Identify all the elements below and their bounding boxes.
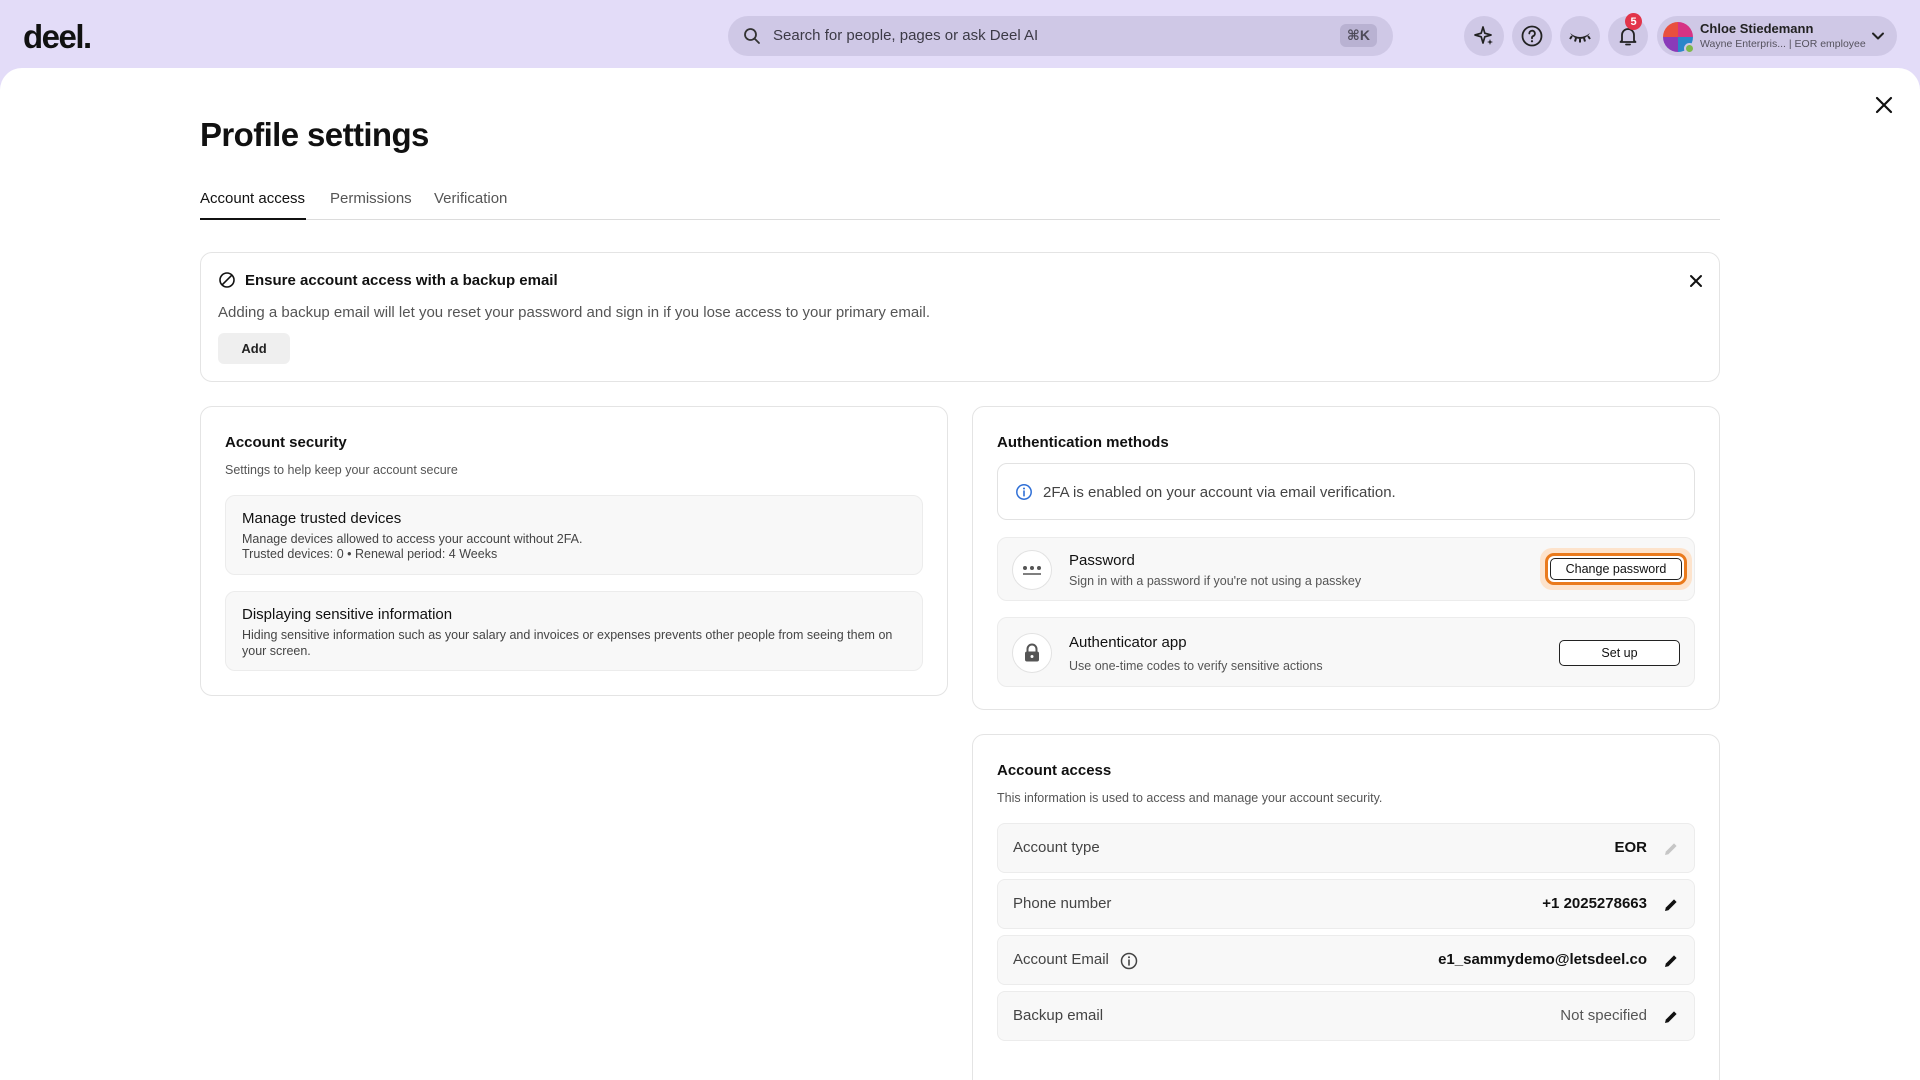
pencil-icon[interactable]: [1661, 895, 1681, 915]
set-up-authenticator-button[interactable]: Set up: [1559, 640, 1680, 666]
search-placeholder: Search for people, pages or ask Deel AI: [773, 27, 1039, 44]
hide-sensitive-button[interactable]: [1560, 16, 1600, 56]
row-value: Not specified: [1560, 1007, 1647, 1024]
sensitive-info-item[interactable]: Displaying sensitive information Hiding …: [225, 591, 923, 671]
account-type-row: Account type EOR: [997, 823, 1695, 873]
pencil-icon[interactable]: [1661, 951, 1681, 971]
search-icon: [744, 28, 760, 44]
item-title: Displaying sensitive information: [242, 606, 453, 623]
info-icon: [1016, 484, 1032, 500]
profile-settings-sheet: Profile settings Account access Permissi…: [0, 68, 1920, 1080]
password-dots-icon: [1012, 550, 1052, 590]
phone-number-row: Phone number +1 2025278663: [997, 879, 1695, 929]
deel-logo[interactable]: deel.: [23, 18, 92, 56]
pencil-icon: [1665, 843, 1677, 855]
eye-closed-icon: [1569, 33, 1591, 43]
banner-title: Ensure account access with a backup emai…: [245, 272, 558, 289]
authenticator-app-row: Authenticator app Use one-time codes to …: [997, 617, 1695, 687]
row-label: Account type: [1013, 839, 1100, 856]
user-subtitle: Wayne Enterpris... | EOR employee: [1700, 38, 1866, 50]
close-icon[interactable]: [1687, 272, 1705, 290]
item-title: Manage trusted devices: [242, 510, 402, 527]
row-value: e1_sammydemo@letsdeel.co: [1438, 951, 1647, 968]
change-password-button[interactable]: Change password: [1550, 558, 1682, 580]
search-bar[interactable]: Search for people, pages or ask Deel AI …: [728, 16, 1393, 56]
section-title: Account access: [997, 762, 1112, 779]
help-button[interactable]: [1512, 16, 1552, 56]
focus-ring: Change password: [1545, 553, 1687, 585]
focus-highlight: Change password: [1540, 548, 1692, 590]
tab-account-access[interactable]: Account access: [200, 190, 306, 220]
section-title: Account security: [225, 434, 347, 451]
section-subtitle: Settings to help keep your account secur…: [225, 463, 458, 477]
pencil-icon[interactable]: [1661, 1007, 1681, 1027]
tab-bar: Account access Permissions Verification: [200, 190, 1720, 220]
row-value: EOR: [1614, 839, 1647, 856]
item-detail: Trusted devices: 0 • Renewal period: 4 W…: [242, 547, 498, 561]
row-value: +1 2025278663: [1542, 895, 1647, 912]
password-method-row: Password Sign in with a password if you'…: [997, 537, 1695, 601]
2fa-info-box: 2FA is enabled on your account via email…: [997, 463, 1695, 520]
ai-sparkle-button[interactable]: [1464, 16, 1504, 56]
close-icon[interactable]: [1872, 93, 1896, 117]
info-icon[interactable]: [1119, 951, 1139, 971]
row-label: Phone number: [1013, 895, 1112, 912]
2fa-info-text: 2FA is enabled on your account via email…: [1043, 484, 1396, 501]
avatar-status-dot: [1684, 43, 1695, 54]
user-name: Chloe Stiedemann: [1700, 21, 1814, 36]
method-title: Authenticator app: [1069, 634, 1187, 651]
method-title: Password: [1069, 552, 1135, 569]
account-access-card: Account access This information is used …: [972, 734, 1720, 1080]
top-bar: deel. Search for people, pages or ask De…: [0, 0, 1920, 70]
section-title: Authentication methods: [997, 434, 1169, 451]
notification-count-badge: 5: [1625, 13, 1642, 30]
row-label: Account Email: [1013, 951, 1109, 968]
method-description: Sign in with a password if you're not us…: [1069, 574, 1362, 588]
user-menu[interactable]: Chloe Stiedemann Wayne Enterpris... | EO…: [1657, 16, 1897, 56]
account-email-row: Account Email e1_sammydemo@letsdeel.co: [997, 935, 1695, 985]
lock-icon: [1012, 633, 1052, 673]
prohibited-icon: [219, 272, 235, 288]
banner-description: Adding a backup email will let you reset…: [218, 304, 931, 321]
add-backup-email-button[interactable]: Add: [218, 333, 290, 364]
manage-trusted-devices-item[interactable]: Manage trusted devices Manage devices al…: [225, 495, 923, 575]
item-description: Hiding sensitive information such as you…: [242, 628, 893, 658]
help-icon: [1521, 25, 1543, 47]
backup-email-row: Backup email Not specified: [997, 991, 1695, 1041]
account-security-card: Account security Settings to help keep y…: [200, 406, 948, 696]
method-description: Use one-time codes to verify sensitive a…: [1069, 659, 1323, 673]
item-description: Manage devices allowed to access your ac…: [242, 532, 583, 546]
tab-permissions[interactable]: Permissions: [330, 190, 412, 220]
row-label: Backup email: [1013, 1007, 1104, 1024]
chevron-down-icon: [1872, 32, 1884, 40]
tab-verification[interactable]: Verification: [434, 190, 507, 220]
authentication-methods-card: Authentication methods 2FA is enabled on…: [972, 406, 1720, 710]
search-shortcut-hint: ⌘K: [1339, 24, 1377, 47]
page-title: Profile settings: [200, 116, 429, 153]
section-subtitle: This information is used to access and m…: [997, 791, 1383, 805]
backup-email-banner: Ensure account access with a backup emai…: [200, 252, 1720, 382]
sparkle-icon: [1474, 26, 1493, 45]
